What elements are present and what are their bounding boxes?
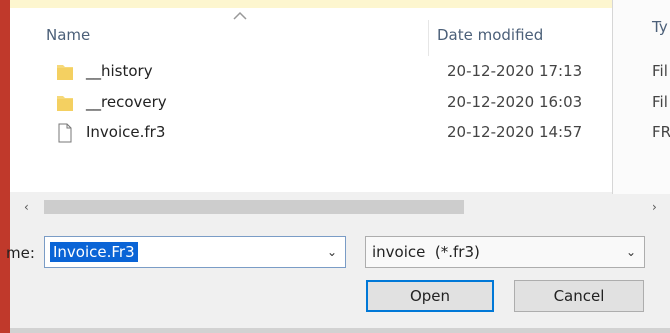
- cancel-button[interactable]: Cancel: [514, 280, 644, 312]
- file-type-select[interactable]: invoice (*.fr3) ⌄: [365, 236, 645, 268]
- file-date: 20-12-2020 17:13: [447, 62, 583, 80]
- file-name: __recovery: [86, 93, 167, 111]
- window-left-edge: [0, 0, 10, 333]
- list-item-history[interactable]: __history 20-12-2020 17:13: [50, 58, 622, 86]
- window-bottom-edge: [10, 328, 670, 333]
- open-button[interactable]: Open: [366, 280, 494, 312]
- scroll-left-icon[interactable]: ‹: [24, 200, 29, 214]
- chevron-down-icon[interactable]: ⌄: [626, 245, 636, 259]
- file-date: 20-12-2020 14:57: [447, 123, 583, 141]
- file-list: Name Date modified __history 20-12-2020 …: [10, 8, 612, 192]
- document-icon: [58, 123, 72, 143]
- file-name-label: me:: [6, 244, 35, 262]
- list-item-invoice[interactable]: Invoice.fr3 20-12-2020 14:57: [50, 119, 622, 147]
- column-header-date-modified[interactable]: Date modified: [437, 26, 543, 44]
- list-item-recovery[interactable]: __recovery 20-12-2020 16:03: [50, 89, 622, 117]
- folder-icon: [57, 65, 73, 80]
- folder-icon: [57, 96, 73, 111]
- file-type: Fil: [652, 93, 668, 111]
- file-type: Fil: [652, 62, 668, 80]
- file-name: __history: [86, 62, 153, 80]
- file-date: 20-12-2020 16:03: [447, 93, 583, 111]
- scroll-right-icon[interactable]: ›: [652, 200, 657, 214]
- file-name-input[interactable]: Invoice.Fr3 ⌄: [44, 236, 346, 268]
- sort-ascending-icon: [233, 11, 247, 20]
- file-type-value: invoice (*.fr3): [372, 243, 480, 261]
- file-name-selected-text[interactable]: Invoice.Fr3: [50, 242, 138, 262]
- scrollbar-thumb[interactable]: [44, 200, 464, 214]
- file-type: FR: [652, 123, 670, 141]
- column-header-type[interactable]: Ty: [652, 18, 668, 36]
- address-bar-strip: [10, 0, 612, 8]
- file-name: Invoice.fr3: [86, 123, 166, 141]
- chevron-down-icon[interactable]: ⌄: [327, 245, 337, 259]
- column-divider[interactable]: [428, 20, 429, 56]
- column-header-name[interactable]: Name: [46, 26, 90, 44]
